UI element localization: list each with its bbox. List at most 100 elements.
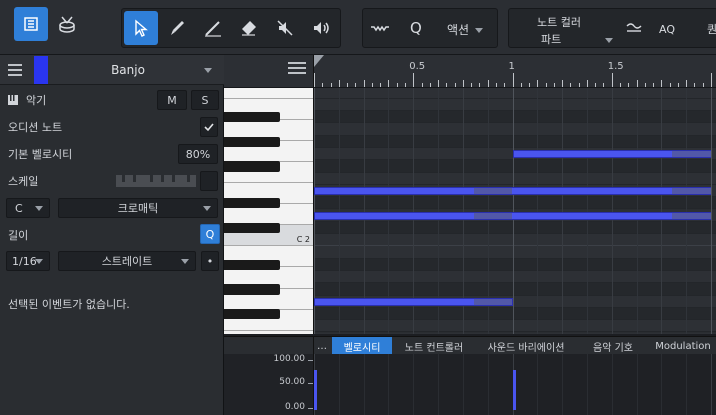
inspector-toggle-button[interactable]: [14, 7, 48, 41]
mute-button[interactable]: M: [157, 90, 187, 110]
note-grid[interactable]: [314, 88, 716, 334]
scale-type-value: 크로매틱: [117, 202, 159, 215]
grid-lane: [314, 307, 716, 321]
action-menu[interactable]: 액션: [447, 21, 484, 38]
length-dotted-button[interactable]: •: [201, 251, 219, 271]
ruler-tick: [363, 80, 365, 87]
length-value-select[interactable]: 1/16: [6, 251, 50, 271]
scale-checkbox[interactable]: [200, 171, 218, 191]
ruler-tick: [388, 80, 390, 87]
tab-music-symbol[interactable]: 음악 기호: [580, 337, 646, 355]
length-label: 길이: [8, 229, 29, 242]
ruler-tick: [711, 73, 712, 87]
ruler-tick: [404, 83, 406, 87]
piano-keyboard[interactable]: C 2C 1: [224, 88, 314, 334]
ruler-tick: [421, 83, 423, 87]
more-tabs-button[interactable]: …: [314, 337, 330, 355]
note-color-select[interactable]: 파트: [541, 31, 614, 47]
piano-black-key[interactable]: [224, 136, 280, 147]
velocity-grid-line: [363, 354, 365, 415]
track-name[interactable]: Banjo: [58, 63, 198, 77]
menu-icon[interactable]: [8, 64, 22, 76]
tab-note-controller[interactable]: 노트 컨트롤러: [396, 337, 472, 355]
mute-icon: [277, 20, 293, 36]
velocity-curve-button[interactable]: [617, 11, 651, 45]
line-tool-button[interactable]: [196, 11, 230, 45]
drum-editor-button[interactable]: [50, 7, 84, 41]
note-tail: [473, 187, 513, 194]
quantize-group: Q 액션: [362, 8, 498, 48]
default-velocity-field[interactable]: 80%: [178, 144, 218, 164]
grid-lane: [314, 234, 716, 247]
midi-note[interactable]: [512, 150, 711, 158]
tab-velocity[interactable]: 벨로시티: [332, 337, 392, 355]
velocity-grid-line: [562, 354, 564, 415]
ruler-tick: [413, 73, 415, 87]
ruler-tick: [603, 83, 605, 87]
ruler-tick: [355, 83, 357, 87]
velocity-axis: 100.00 50.00 0.00: [224, 354, 314, 415]
ruler-tick: [462, 80, 464, 87]
mute-tool-button[interactable]: [268, 11, 302, 45]
scale-root-select[interactable]: C: [6, 198, 50, 218]
midi-note[interactable]: [314, 186, 711, 195]
velocity-grid-line: [611, 354, 613, 415]
list-icon[interactable]: [288, 62, 306, 76]
ruler-tick: [471, 83, 473, 87]
solo-button[interactable]: S: [191, 90, 219, 110]
midi-note[interactable]: [314, 297, 513, 306]
ruler-tick: [330, 83, 332, 87]
velocity-axis-label: 100.00: [273, 354, 306, 364]
audio-quantize-button[interactable]: AQ: [659, 23, 675, 36]
piano-black-key[interactable]: [224, 161, 280, 172]
piano-white-key[interactable]: [224, 88, 313, 99]
note-color-label: 노트 컬러: [537, 16, 581, 29]
paint-tool-button[interactable]: [160, 11, 194, 45]
piano-header: [224, 55, 314, 88]
pencil-icon: [205, 21, 221, 37]
ruler-tick: [322, 83, 324, 87]
piano-black-key[interactable]: [224, 284, 280, 295]
velocity-lane[interactable]: [314, 354, 716, 415]
track-color-swatch[interactable]: [34, 56, 48, 84]
note-tail: [672, 151, 711, 157]
length-mode-select[interactable]: 스트레이트: [58, 251, 196, 271]
loop-start-marker[interactable]: [314, 55, 324, 67]
velocity-bar[interactable]: [512, 370, 516, 410]
scale-root-value: C: [15, 202, 23, 215]
note-tail: [473, 298, 513, 305]
listen-tool-button[interactable]: [304, 11, 338, 45]
ruler-tick: [512, 73, 514, 87]
velocity-grid-line: [462, 354, 464, 415]
piano-black-key[interactable]: [224, 259, 280, 270]
tab-modulation[interactable]: Modulation: [650, 337, 716, 355]
piano-black-key[interactable]: [224, 112, 280, 123]
length-quantize-button[interactable]: Q: [200, 224, 220, 244]
grid-lane: [314, 283, 716, 296]
velocity-bar[interactable]: [314, 370, 317, 410]
tab-sound-variation[interactable]: 사운드 바리에이션: [478, 337, 574, 355]
ruler-tick: [553, 83, 555, 87]
groove-button[interactable]: [363, 11, 397, 45]
selection-status: 선택된 이벤트가 없습니다.: [0, 291, 224, 317]
length-row: 길이 Q: [0, 222, 224, 248]
piano-black-key[interactable]: [224, 308, 280, 320]
grid-lane: [314, 111, 716, 124]
arrow-tool-button[interactable]: [124, 11, 158, 45]
grid-lane: [314, 320, 716, 333]
ruler-tick: [495, 83, 497, 87]
checkmark-icon: [204, 123, 214, 132]
timeline-ruler[interactable]: 0.5 1 1.5: [314, 55, 716, 88]
piano-black-key[interactable]: [224, 222, 280, 234]
ruler-tick: [694, 83, 696, 87]
piano-black-key[interactable]: [224, 198, 280, 209]
scale-type-select[interactable]: 크로매틱: [58, 198, 218, 218]
audition-checkbox[interactable]: [200, 117, 218, 137]
quantize-button[interactable]: Q: [410, 19, 422, 37]
chevron-down-icon: [605, 37, 614, 43]
midi-note[interactable]: [314, 211, 711, 220]
quantize-menu-cut[interactable]: 퀀: [707, 21, 716, 37]
chevron-down-icon[interactable]: [204, 68, 212, 73]
eraser-tool-button[interactable]: [232, 11, 266, 45]
piano-white-key[interactable]: [224, 330, 313, 334]
